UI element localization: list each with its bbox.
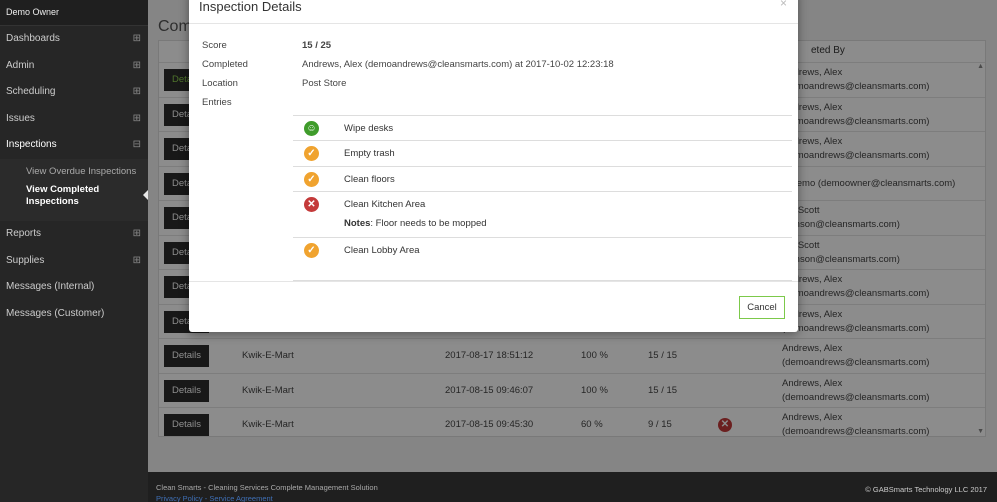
- sidebar-item-messages-customer[interactable]: Messages (Customer): [0, 301, 148, 328]
- sidebar-subitem-overdue[interactable]: View Overdue Inspections: [0, 163, 148, 181]
- inspection-details-modal: Inspection Details × Score 15 / 25 Compl…: [189, 0, 798, 332]
- check-icon: ✓: [304, 242, 319, 258]
- sidebar-item-dashboards[interactable]: Dashboards ⊞: [0, 26, 148, 53]
- entry-label: Clean Lobby Area: [344, 244, 420, 256]
- sidebar-item-label: Inspections: [6, 139, 57, 151]
- footer-links: Privacy Policy - Service Agreement: [156, 494, 273, 502]
- modal-header: Inspection Details ×: [189, 0, 798, 24]
- footer-copyright: © GABSmarts Technology LLC 2017: [865, 485, 987, 494]
- expand-icon: ⊞: [132, 254, 141, 266]
- sidebar-item-label: Admin: [6, 59, 35, 71]
- sidebar-item-label: Messages (Customer): [6, 307, 105, 319]
- entries-label: Entries: [202, 97, 232, 108]
- sidebar-item-inspections[interactable]: Inspections ⊟: [0, 132, 148, 159]
- sidebar-item-label: Reports: [6, 227, 42, 239]
- sidebar-item-supplies[interactable]: Supplies ⊞: [0, 248, 148, 275]
- sidebar-item-scheduling[interactable]: Scheduling ⊞: [0, 79, 148, 106]
- score-label: Score: [202, 40, 227, 51]
- entry-label: Wipe desks: [344, 123, 394, 134]
- service-agreement-link[interactable]: Service Agreement: [209, 494, 272, 502]
- entries-list: ☺ Wipe desks ✓ Empty trash ✓ Clean floor…: [293, 115, 792, 281]
- sidebar-item-issues[interactable]: Issues ⊞: [0, 106, 148, 133]
- notes-label: Notes: [344, 218, 371, 230]
- entry-item: ✓ Clean Lobby Area: [293, 236, 792, 281]
- score-value: 15 / 25: [302, 40, 332, 51]
- sidebar-item-messages-internal[interactable]: Messages (Internal): [0, 274, 148, 301]
- sidebar: Demo Owner Dashboards ⊞ Admin ⊞ Scheduling…: [0, 0, 148, 502]
- expand-icon: ⊞: [132, 59, 141, 71]
- fail-icon: ✕: [304, 197, 319, 213]
- completed-label: Completed: [202, 59, 248, 70]
- sidebar-item-label: Scheduling: [6, 86, 56, 98]
- user-name[interactable]: Demo Owner: [0, 0, 148, 26]
- sidebar-subitem-completed[interactable]: View Completed Inspections: [0, 181, 148, 211]
- privacy-policy-link[interactable]: Privacy Policy: [156, 494, 203, 502]
- entry-note: Notes: Floor needs to be mopped: [344, 218, 487, 229]
- entry-label: Clean floors: [344, 173, 395, 185]
- modal-title: Inspection Details: [199, 0, 302, 14]
- check-icon: ✓: [304, 146, 319, 162]
- sidebar-item-label: Supplies: [6, 254, 45, 266]
- footer-tagline: Clean Smarts - Cleaning Services Complet…: [156, 483, 378, 492]
- expand-icon: ⊞: [132, 227, 141, 239]
- close-icon[interactable]: ×: [780, 0, 787, 10]
- completed-value: Andrews, Alex (demoandrews@cleansmarts.c…: [302, 59, 614, 70]
- entry-item: ✕ Clean Kitchen Area Notes: Floor needs …: [293, 191, 792, 237]
- entry-item: ☺ Wipe desks: [293, 115, 792, 140]
- notes-text: : Floor needs to be mopped: [370, 218, 487, 230]
- expand-icon: ⊞: [132, 33, 141, 44]
- footer: Clean Smarts - Cleaning Services Complet…: [148, 472, 997, 502]
- footer-separator: -: [204, 494, 208, 502]
- sidebar-item-label: Messages (Internal): [6, 281, 95, 293]
- entry-item: ✓ Clean floors: [293, 165, 792, 191]
- sidebar-item-admin[interactable]: Admin ⊞: [0, 53, 148, 80]
- sidebar-item-label: Issues: [6, 112, 35, 124]
- location-value: Post Store: [302, 78, 347, 89]
- expand-icon: ⊞: [132, 86, 141, 98]
- location-label: Location: [202, 78, 238, 89]
- entry-label: Empty trash: [344, 148, 395, 160]
- check-icon: ✓: [304, 171, 319, 187]
- inspections-submenu: View Overdue Inspections View Completed …: [0, 158, 148, 221]
- collapse-icon: ⊟: [132, 139, 141, 151]
- modal-footer: Cancel: [189, 281, 798, 332]
- entry-item: ✓ Empty trash: [293, 140, 792, 165]
- cancel-button[interactable]: Cancel: [739, 296, 785, 319]
- expand-icon: ⊞: [132, 112, 141, 124]
- smile-icon: ☺: [304, 121, 319, 136]
- entry-label: Clean Kitchen Area: [344, 199, 426, 211]
- sidebar-item-reports[interactable]: Reports ⊞: [0, 221, 148, 248]
- sidebar-item-label: Dashboards: [6, 33, 60, 44]
